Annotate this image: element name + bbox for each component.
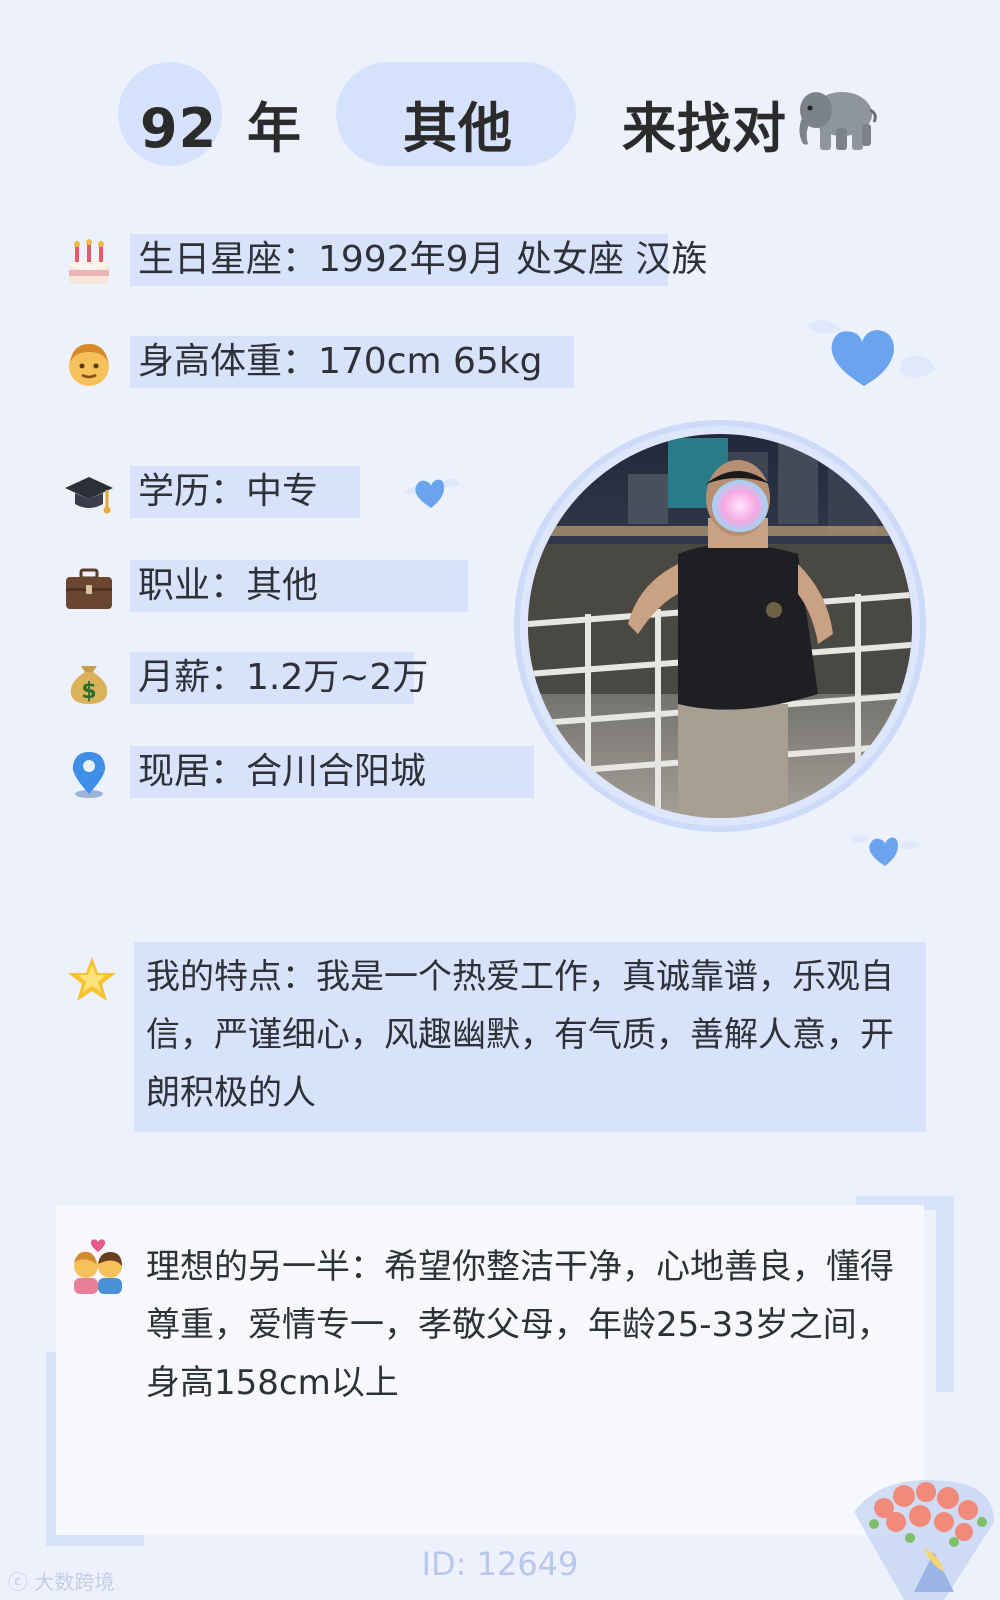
residence-text: 现居：合川合阳城: [138, 751, 427, 792]
job-text: 职业：其他: [138, 565, 319, 606]
couple-with-heart-icon: [74, 1239, 122, 1294]
card-bracket-top-vertical: [936, 1196, 954, 1392]
glowing-star-icon: [68, 957, 116, 1001]
header-year-suffix: 年: [246, 97, 302, 160]
elephant-icon: [799, 92, 877, 150]
watermark-logo-icon: ⓒ: [8, 1570, 28, 1594]
salary-text: 月薪：1.2万~2万: [138, 657, 429, 698]
man-face-icon: [69, 344, 109, 386]
winged-heart-icon: [404, 478, 460, 508]
winged-heart-icon: [806, 319, 936, 386]
graduation-cap-icon: [65, 477, 113, 514]
header-occupation: 其他: [403, 97, 513, 160]
header-seeking: 来找对: [622, 97, 787, 160]
traits-text: 我的特点：我是一个热爱工作，真诚靠谱，乐观自信，严谨细心，风趣幽默，有气质，善解…: [146, 957, 894, 1113]
height-weight-text: 身高体重：170cm 65kg: [138, 341, 543, 382]
birthday-text: 生日星座：1992年9月 处女座 汉族: [138, 239, 708, 280]
education-text: 学历：中专: [138, 471, 319, 512]
briefcase-icon: [66, 568, 112, 609]
ideal-partner-text: 理想的另一半：希望你整洁干净，心地善良，懂得尊重，爱情专一，孝敬父母，年龄25-…: [146, 1247, 894, 1403]
profile-id: ID: 12649: [421, 1545, 579, 1583]
profile-photo-image: [528, 434, 912, 818]
profile-photo-illustration: [528, 434, 912, 818]
watermark-text: 大数跨境: [34, 1570, 115, 1594]
header-year: 92 年: [140, 84, 302, 163]
winged-heart-icon: [850, 835, 920, 866]
birthday-cake-icon: [69, 239, 109, 284]
location-pin-icon: [72, 752, 106, 798]
profile-photo: [514, 420, 926, 832]
money-bag-icon: $: [70, 666, 108, 704]
watermark: ⓒ 大数跨境: [8, 1566, 114, 1595]
header-year-number: 92: [140, 97, 218, 160]
svg-text:$: $: [81, 679, 96, 704]
